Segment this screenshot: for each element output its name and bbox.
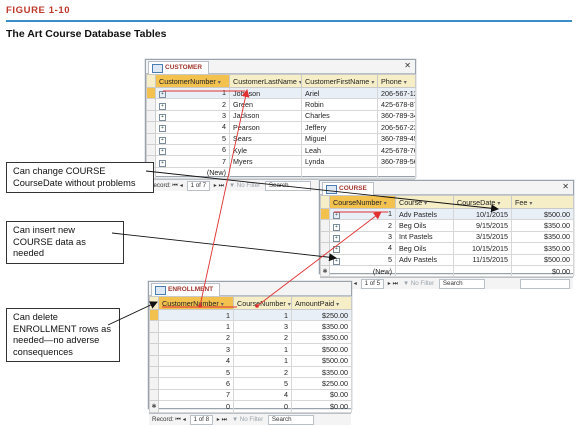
customer-link-dot — [198, 304, 202, 308]
arrows-overlay — [107, 89, 499, 326]
course-link-dot — [255, 304, 259, 308]
arrow-enrollment-to-customer — [199, 89, 250, 307]
arrow-enrollment-to-course — [256, 211, 382, 307]
arrow-insert-course — [111, 232, 337, 262]
arrow-delete-enrollment — [107, 301, 158, 326]
arrow-change-date — [145, 170, 499, 213]
